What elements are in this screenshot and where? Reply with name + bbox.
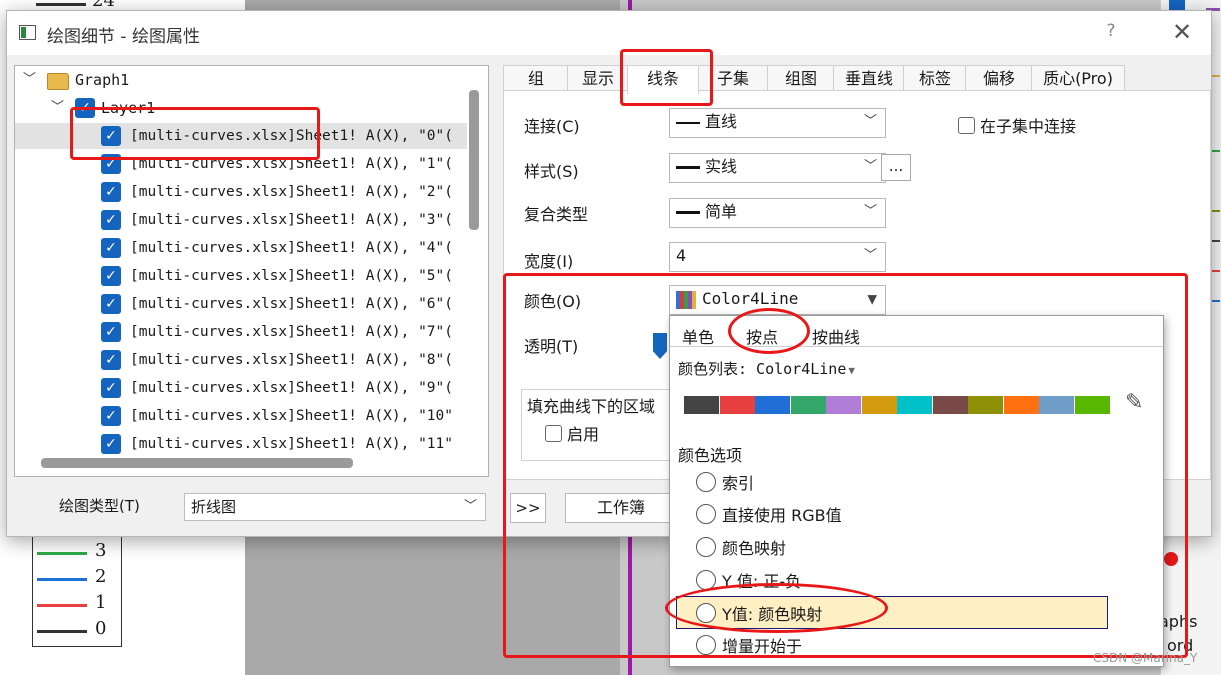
legend-line	[37, 578, 87, 581]
chevron-down-icon: ﹀	[463, 499, 477, 514]
plot-checkbox[interactable]: ✓	[101, 294, 121, 314]
chevron-down-icon: ﹀	[863, 159, 877, 174]
tab-offset[interactable]: 偏移	[965, 65, 1033, 92]
more-options-button[interactable]: ...	[881, 154, 911, 181]
tree-plot-label: [multi-curves.xlsx]Sheet1! A(X), "3"(	[130, 212, 454, 228]
width-value: 4	[676, 246, 687, 265]
window-icon	[19, 25, 36, 40]
line-sample-icon	[676, 121, 700, 124]
legend-label: 1	[95, 592, 107, 613]
line-sample-icon	[676, 211, 700, 214]
tree-label-graph: Graph1	[75, 71, 130, 89]
plot-checkbox[interactable]: ✓	[101, 434, 121, 454]
tree-plot-label: [multi-curves.xlsx]Sheet1! A(X), "4"(	[130, 240, 454, 256]
legend-line	[37, 630, 87, 633]
compound-type-select[interactable]: 简单 ﹀	[669, 198, 886, 228]
tree-plot-item[interactable]: ✓ [multi-curves.xlsx]Sheet1! A(X), "11"	[15, 431, 467, 457]
tab-labels[interactable]: 标签	[903, 65, 967, 92]
style-label: 样式(S)	[524, 162, 579, 181]
legend-line	[37, 552, 87, 555]
graph-legend: 3 2 1 0	[32, 535, 122, 647]
width-combobox[interactable]: 4 ﹀	[669, 242, 886, 272]
title-bar[interactable]: 绘图细节 - 绘图属性 ? ✕	[7, 11, 1211, 55]
tree-plot-label: [multi-curves.xlsx]Sheet1! A(X), "2"(	[130, 184, 454, 200]
plot-checkbox[interactable]: ✓	[101, 210, 121, 230]
tree-plot-item[interactable]: ✓ [multi-curves.xlsx]Sheet1! A(X), "6"(	[15, 291, 467, 317]
line-sample-icon	[676, 166, 700, 169]
tab-bar: 组 显示 线条 子集 组图 垂直线 标签 偏移 质心(Pro)	[503, 65, 1125, 94]
collapse-icon[interactable]: ﹀	[51, 95, 65, 121]
tree-plot-item[interactable]: ✓ [multi-curves.xlsx]Sheet1! A(X), "10"	[15, 403, 467, 429]
plot-checkbox[interactable]: ✓	[101, 350, 121, 370]
close-button[interactable]: ✕	[1167, 17, 1197, 47]
subset-connect-label: 在子集中连接	[980, 117, 1077, 136]
legend-label: 0	[95, 618, 107, 639]
plot-type-value: 折线图	[191, 498, 237, 516]
plot-checkbox[interactable]: ✓	[101, 266, 121, 286]
tree-plot-label: [multi-curves.xlsx]Sheet1! A(X), "11"	[130, 436, 454, 452]
plot-checkbox[interactable]: ✓	[101, 378, 121, 398]
checkbox-box[interactable]	[958, 117, 975, 134]
plot-type-select[interactable]: 折线图 ﹀	[184, 493, 486, 521]
tree-plot-item[interactable]: ✓ [multi-curves.xlsx]Sheet1! A(X), "7"(	[15, 319, 467, 345]
chevron-down-icon: ﹀	[863, 204, 877, 219]
background-legend-line	[36, 3, 86, 6]
tab-group[interactable]: 组	[503, 65, 569, 92]
subset-connect-checkbox[interactable]: 在子集中连接	[958, 113, 1076, 137]
plot-checkbox[interactable]: ✓	[101, 182, 121, 202]
collapse-icon[interactable]: ﹀	[23, 67, 37, 93]
folder-icon	[47, 73, 69, 90]
chevron-down-icon: ﹀	[863, 114, 877, 129]
connect-value: 直线	[705, 112, 738, 131]
legend-line	[37, 604, 87, 607]
connect-label: 连接(C)	[524, 117, 580, 136]
annotation-box-tree-item	[70, 107, 320, 160]
style-value: 实线	[705, 157, 738, 176]
annotation-ellipse-y-colormap	[665, 583, 888, 633]
tree-plot-label: [multi-curves.xlsx]Sheet1! A(X), "8"(	[130, 352, 454, 368]
plot-checkbox[interactable]: ✓	[101, 406, 121, 426]
tree-plot-item[interactable]: ✓ [multi-curves.xlsx]Sheet1! A(X), "2"(	[15, 179, 467, 205]
tree-horizontal-scrollbar[interactable]	[41, 458, 353, 468]
tree-plot-item[interactable]: ✓ [multi-curves.xlsx]Sheet1! A(X), "5"(	[15, 263, 467, 289]
chevron-down-icon: ﹀	[863, 248, 877, 263]
tree-plot-label: [multi-curves.xlsx]Sheet1! A(X), "7"(	[130, 324, 454, 340]
plot-checkbox[interactable]: ✓	[101, 238, 121, 258]
tree-plot-label: [multi-curves.xlsx]Sheet1! A(X), "9"(	[130, 380, 454, 396]
legend-label: 3	[95, 540, 107, 561]
tab-drop-lines[interactable]: 垂直线	[833, 65, 905, 92]
tab-centroid[interactable]: 质心(Pro)	[1031, 65, 1125, 92]
dialog-title: 绘图细节 - 绘图属性	[47, 27, 200, 47]
tree-plot-item[interactable]: ✓ [multi-curves.xlsx]Sheet1! A(X), "9"(	[15, 375, 467, 401]
style-select[interactable]: 实线 ﹀	[669, 153, 886, 183]
tree-plot-item[interactable]: ✓ [multi-curves.xlsx]Sheet1! A(X), "3"(	[15, 207, 467, 233]
compound-type-value: 简单	[705, 202, 738, 221]
tree-plot-label: [multi-curves.xlsx]Sheet1! A(X), "10"	[130, 408, 454, 424]
legend-label: 2	[95, 566, 107, 587]
width-label: 宽度(I)	[524, 252, 574, 271]
tree-plot-label: [multi-curves.xlsx]Sheet1! A(X), "6"(	[130, 296, 454, 312]
plot-type-label: 绘图类型(T)	[59, 497, 140, 515]
compound-type-label: 复合类型	[524, 205, 589, 224]
help-button[interactable]: ?	[1100, 21, 1122, 45]
tree-vertical-scrollbar[interactable]	[469, 90, 479, 230]
tab-line[interactable]: 线条	[627, 65, 699, 94]
connect-select[interactable]: 直线 ﹀	[669, 108, 886, 138]
tree-plot-label: [multi-curves.xlsx]Sheet1! A(X), "5"(	[130, 268, 454, 284]
tree-plot-item[interactable]: ✓ [multi-curves.xlsx]Sheet1! A(X), "4"(	[15, 235, 467, 261]
annotation-ellipse-by-point	[728, 308, 810, 354]
watermark: CSDN @Marina_Y	[1093, 651, 1198, 665]
tab-graph-group[interactable]: 组图	[767, 65, 835, 92]
tree-plot-item[interactable]: ✓ [multi-curves.xlsx]Sheet1! A(X), "8"(	[15, 347, 467, 373]
plot-checkbox[interactable]: ✓	[101, 322, 121, 342]
